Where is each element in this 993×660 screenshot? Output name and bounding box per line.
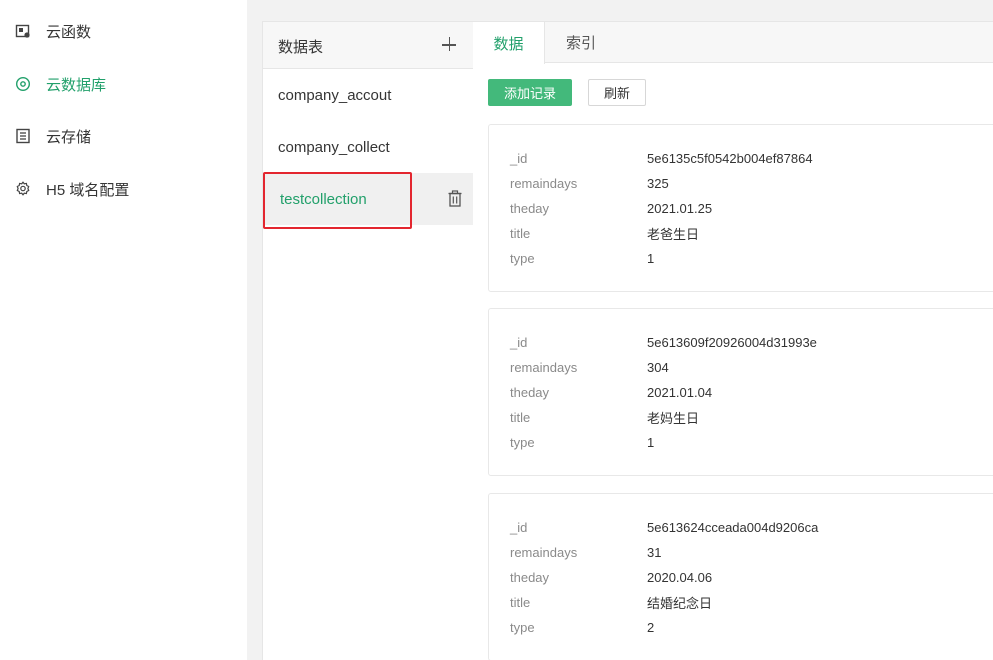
collections-empty-area bbox=[263, 225, 473, 660]
field-value: 老妈生日 bbox=[647, 410, 700, 426]
tab-index[interactable]: 索引 bbox=[545, 22, 617, 63]
field-value: 1 bbox=[647, 250, 655, 266]
field-value: 31 bbox=[647, 544, 662, 560]
field-value: 结婚纪念日 bbox=[647, 595, 713, 611]
field-key: type bbox=[510, 434, 535, 450]
nav-item-label: 云存储 bbox=[46, 128, 92, 146]
cloud-function-icon bbox=[14, 22, 32, 40]
field-key: theday bbox=[510, 384, 550, 400]
collections-header: 数据表 bbox=[263, 22, 473, 69]
tab-data[interactable]: 数据 bbox=[473, 22, 545, 64]
settings-icon bbox=[14, 180, 32, 198]
nav-item-cloud-storage[interactable]: 云存储 bbox=[0, 116, 247, 156]
field-key: theday bbox=[510, 569, 550, 585]
field-value: 2021.01.25 bbox=[647, 200, 713, 216]
collection-item[interactable]: company_accout bbox=[263, 69, 473, 121]
field-value: 老爸生日 bbox=[647, 226, 700, 242]
nav-item-h5-domain-config[interactable]: H5 域名配置 bbox=[0, 169, 247, 209]
field-value: 2020.04.06 bbox=[647, 569, 713, 585]
field-key: title bbox=[510, 594, 531, 610]
field-value: 2021.01.04 bbox=[647, 384, 713, 400]
field-value: 304 bbox=[647, 359, 669, 375]
add-collection-button[interactable] bbox=[439, 32, 459, 52]
nav-item-cloud-database[interactable]: 云数据库 bbox=[0, 64, 247, 104]
refresh-button[interactable]: 刷新 bbox=[588, 79, 646, 106]
field-key: type bbox=[510, 619, 535, 635]
nav-item-label: 云数据库 bbox=[46, 76, 107, 94]
collection-item-selected[interactable]: testcollection bbox=[263, 172, 473, 229]
tabs-bar: 数据 索引 bbox=[473, 22, 993, 64]
field-key: title bbox=[510, 225, 531, 241]
field-key: theday bbox=[510, 200, 550, 216]
collection-name: testcollection bbox=[280, 190, 367, 208]
top-strip bbox=[247, 0, 993, 4]
cloud-storage-icon bbox=[14, 127, 32, 145]
field-value: 2 bbox=[647, 619, 655, 635]
field-value: 5e613624cceada004d9206ca bbox=[647, 519, 819, 535]
field-key: remaindays bbox=[510, 544, 578, 560]
add-record-button[interactable]: 添加记录 bbox=[488, 79, 572, 106]
field-value: 5e6135c5f0542b004ef87864 bbox=[647, 150, 813, 166]
trash-icon[interactable] bbox=[447, 190, 463, 208]
record-card[interactable]: _id 5e613609f20926004d31993e remaindays … bbox=[488, 308, 993, 476]
field-key: title bbox=[510, 409, 531, 425]
record-card[interactable]: _id 5e6135c5f0542b004ef87864 remaindays … bbox=[488, 124, 993, 292]
collection-item[interactable]: company_collect bbox=[263, 121, 473, 173]
record-card[interactable]: _id 5e613624cceada004d9206ca remaindays … bbox=[488, 493, 993, 660]
field-key: type bbox=[510, 250, 535, 266]
field-value: 5e613609f20926004d31993e bbox=[647, 334, 817, 350]
left-nav: 云函数 云数据库 云存储 H5 域名配置 bbox=[0, 0, 247, 660]
field-value: 1 bbox=[647, 434, 655, 450]
nav-item-label: 云函数 bbox=[46, 23, 92, 41]
main-panel: 数据 索引 添加记录 刷新 _id 5e6135c5f0542b004ef878… bbox=[473, 21, 993, 660]
nav-item-label: H5 域名配置 bbox=[46, 181, 130, 199]
field-key: remaindays bbox=[510, 175, 578, 191]
collection-name: company_collect bbox=[278, 138, 390, 156]
field-key: remaindays bbox=[510, 359, 578, 375]
field-key: _id bbox=[510, 334, 528, 350]
collections-title: 数据表 bbox=[278, 39, 324, 56]
collections-list: company_accout company_collect testcolle… bbox=[263, 69, 473, 660]
cloud-database-icon bbox=[14, 75, 32, 93]
collections-panel: 数据表 company_accout company_collect testc… bbox=[262, 21, 473, 660]
field-key: _id bbox=[510, 519, 528, 535]
collection-name: company_accout bbox=[278, 86, 392, 104]
field-value: 325 bbox=[647, 175, 669, 191]
nav-item-cloud-functions[interactable]: 云函数 bbox=[0, 11, 247, 51]
field-key: _id bbox=[510, 150, 528, 166]
